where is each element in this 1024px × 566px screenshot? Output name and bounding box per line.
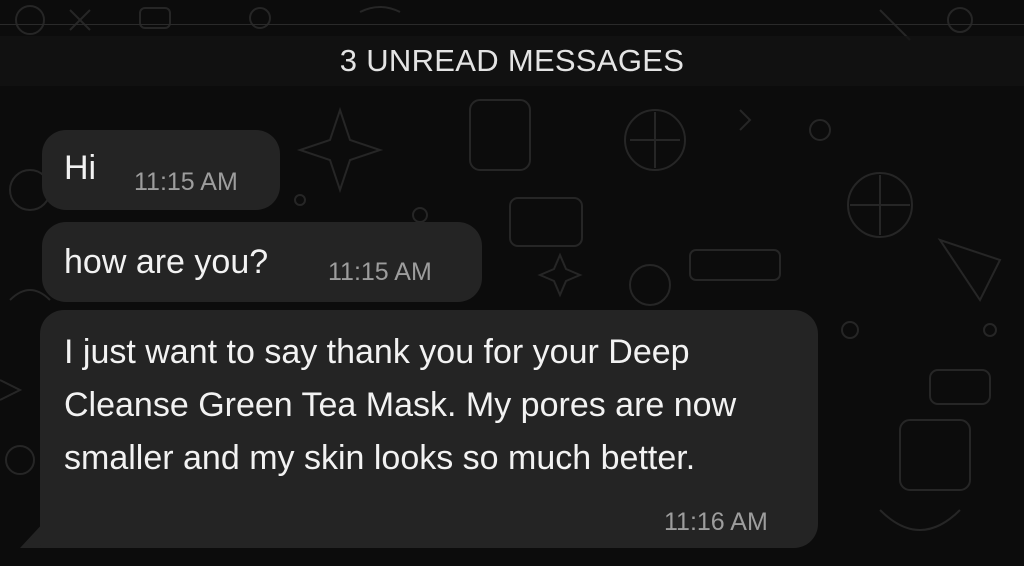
- message-text: Hi: [64, 149, 97, 187]
- message-text: I just want to say thank you for your De…: [64, 333, 737, 477]
- unread-messages-label: 3 UNREAD MESSAGES: [339, 43, 685, 78]
- unread-messages-banner: 3 UNREAD MESSAGES: [0, 36, 1024, 86]
- message-timestamp: 11:15 AM: [328, 258, 432, 286]
- message-timestamp: 11:16 AM: [664, 508, 768, 536]
- message-bubble[interactable]: I just want to say thank you for your De…: [40, 310, 818, 548]
- message-timestamp: 11:15 AM: [134, 168, 238, 196]
- message-bubble[interactable]: Hi 11:15 AM: [42, 130, 280, 210]
- message-text: how are you?: [64, 243, 269, 281]
- message-bubble[interactable]: how are you? 11:15 AM: [42, 222, 482, 302]
- chat-window: 3 UNREAD MESSAGES Hi 11:15 AM how are yo…: [0, 0, 1024, 566]
- top-divider: [0, 24, 1024, 25]
